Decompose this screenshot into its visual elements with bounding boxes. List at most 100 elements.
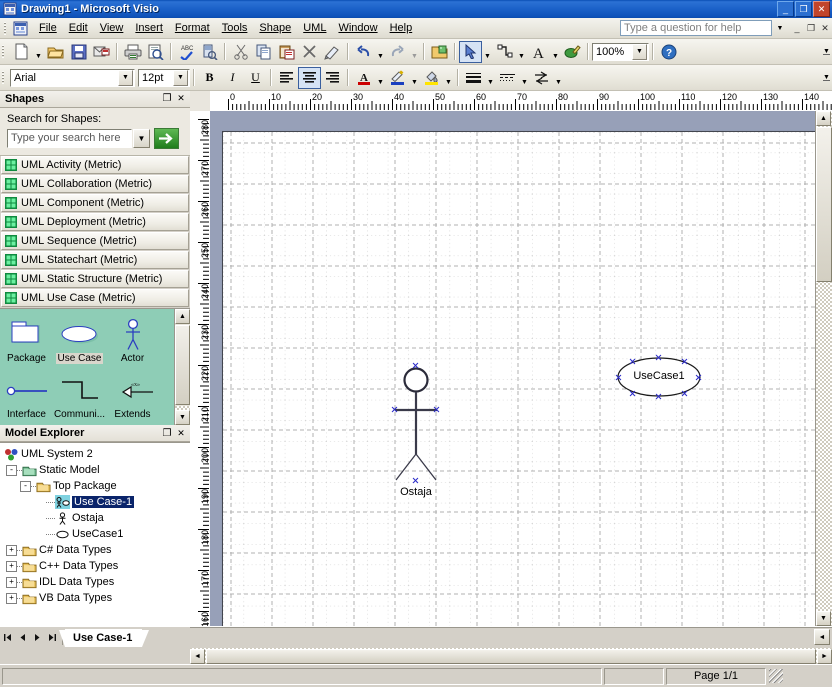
text-color-icon[interactable]: A: [352, 67, 375, 89]
connection-point[interactable]: [433, 406, 440, 413]
connection-point[interactable]: [655, 393, 662, 400]
stencil-scroll-down-button[interactable]: ▼: [175, 410, 190, 426]
stencil-item-uml-static-structure[interactable]: UML Static Structure (Metric): [1, 269, 189, 288]
text-color-dropdown-icon[interactable]: ▼: [375, 64, 386, 92]
use-case-shape-usecase1[interactable]: UseCase1: [616, 354, 702, 400]
horizontal-ruler[interactable]: 0 10 20 30 40 50 60 70 80 90 100 110 120…: [210, 91, 832, 112]
stencil-scroll-up-button[interactable]: ▲: [175, 308, 190, 324]
tree-node-idl-data-types[interactable]: + IDL Data Types: [2, 574, 190, 590]
fill-color-icon[interactable]: [420, 67, 443, 89]
tree-node-cpp-data-types[interactable]: + C++ Data Types: [2, 558, 190, 574]
connection-point[interactable]: [629, 390, 636, 397]
help-icon[interactable]: ?: [657, 41, 680, 63]
canvas-scroll-left-button[interactable]: ◄: [190, 648, 205, 664]
master-shape-use-case[interactable]: Use Case: [53, 317, 106, 364]
tree-expander-expand[interactable]: +: [6, 544, 17, 556]
connection-point[interactable]: [655, 354, 662, 361]
canvas-scroll-up-button[interactable]: ▲: [816, 111, 831, 126]
tree-node-ostaja[interactable]: Ostaja: [2, 510, 190, 526]
vertical-ruler[interactable]: 280 270 260 250 240 230 220 210 200 190 …: [190, 111, 211, 626]
open-file-icon[interactable]: [44, 41, 67, 63]
align-right-icon[interactable]: [321, 67, 344, 89]
menu-help[interactable]: Help: [384, 20, 419, 37]
formatting-toolbar-overflow-icon[interactable]: ▼: [821, 67, 832, 89]
tree-expander-collapse[interactable]: -: [6, 464, 17, 476]
undo-dropdown-icon[interactable]: ▼: [375, 38, 386, 66]
tree-node-vb-data-types[interactable]: + VB Data Types: [2, 590, 190, 606]
page-tab-use-case-1[interactable]: Use Case-1: [58, 628, 150, 647]
menu-file[interactable]: File: [33, 20, 63, 37]
menu-view[interactable]: View: [94, 20, 130, 37]
ruler-corner[interactable]: [190, 91, 211, 112]
shape-search-go-button[interactable]: [154, 127, 179, 149]
tab-scroll-left-button[interactable]: ◄: [814, 629, 830, 645]
connection-point[interactable]: [681, 390, 688, 397]
shape-search-input[interactable]: Type your search here: [7, 128, 132, 148]
line-color-dropdown-icon[interactable]: ▼: [409, 64, 420, 92]
document-minimize-button[interactable]: _: [790, 21, 804, 35]
connection-point[interactable]: [615, 374, 622, 381]
canvas-vertical-scrollbar[interactable]: ▲ ▼: [815, 111, 832, 626]
tree-node-csharp-data-types[interactable]: + C# Data Types: [2, 542, 190, 558]
italic-button[interactable]: I: [221, 67, 244, 89]
undo-icon[interactable]: [352, 41, 375, 63]
format-icon[interactable]: [561, 41, 584, 63]
standard-toolbar-grip[interactable]: [1, 44, 7, 59]
tree-expander-expand[interactable]: +: [6, 576, 17, 588]
shapes-window-icon[interactable]: [428, 41, 451, 63]
stencil-scroll-thumb[interactable]: [175, 324, 190, 405]
align-center-icon[interactable]: [298, 66, 321, 89]
stencil-item-uml-use-case[interactable]: UML Use Case (Metric): [1, 288, 189, 307]
formatting-toolbar-grip[interactable]: [1, 70, 7, 85]
previous-page-button[interactable]: [15, 630, 30, 645]
canvas-horizontal-scrollbar[interactable]: ◄ ►: [190, 648, 832, 664]
document-restore-button[interactable]: ❐: [804, 21, 818, 35]
close-button[interactable]: ✕: [813, 1, 830, 17]
line-color-icon[interactable]: [386, 67, 409, 89]
next-page-button[interactable]: [30, 630, 45, 645]
tree-expander-collapse[interactable]: -: [20, 480, 31, 492]
new-document-dropdown-icon[interactable]: ▼: [33, 38, 44, 66]
connection-point[interactable]: [391, 406, 398, 413]
tree-node-usecase1[interactable]: UseCase1: [2, 526, 190, 542]
model-explorer-close-button[interactable]: ✕: [174, 426, 188, 440]
master-shape-package[interactable]: Package: [0, 317, 53, 364]
format-painter-icon[interactable]: [321, 41, 344, 63]
master-shape-communicates[interactable]: Communi...: [53, 373, 106, 420]
drawing-canvas[interactable]: Ostaja UseCase1: [210, 111, 832, 626]
menu-edit[interactable]: Edit: [63, 20, 94, 37]
actor-shape-ostaja[interactable]: Ostaja: [381, 366, 451, 498]
email-icon[interactable]: [90, 41, 113, 63]
menu-insert[interactable]: Insert: [129, 20, 169, 37]
stencil-item-uml-statechart[interactable]: UML Statechart (Metric): [1, 250, 189, 269]
stencil-scrollbar[interactable]: ▲ ▼: [174, 308, 190, 426]
connection-point[interactable]: [412, 477, 419, 484]
tree-node-uml-system[interactable]: UML System 2: [2, 446, 190, 462]
line-pattern-dropdown-icon[interactable]: ▼: [519, 64, 530, 92]
resize-grip-icon[interactable]: [769, 669, 783, 683]
paste-icon[interactable]: [275, 41, 298, 63]
delete-icon[interactable]: [298, 41, 321, 63]
print-preview-icon[interactable]: [144, 41, 167, 63]
font-size-dropdown-icon[interactable]: ▼: [173, 69, 188, 86]
stencil-item-uml-component[interactable]: UML Component (Metric): [1, 193, 189, 212]
menu-grip[interactable]: [3, 21, 9, 36]
connection-point[interactable]: [695, 374, 702, 381]
menu-shape[interactable]: Shape: [253, 20, 297, 37]
model-explorer-restore-button[interactable]: ❐: [160, 426, 174, 440]
document-close-button[interactable]: ✕: [818, 21, 832, 35]
connection-point[interactable]: [629, 358, 636, 365]
font-name-combo[interactable]: Arial ▼: [10, 68, 135, 87]
last-page-button[interactable]: [45, 630, 60, 645]
minimize-button[interactable]: _: [777, 1, 794, 17]
stencil-item-uml-activity[interactable]: UML Activity (Metric): [1, 155, 189, 174]
shapes-panel-close-button[interactable]: ✕: [174, 92, 188, 106]
underline-button[interactable]: U: [244, 67, 267, 89]
font-size-combo[interactable]: 12pt ▼: [138, 68, 190, 87]
connector-tool-icon[interactable]: [493, 41, 516, 63]
restore-button[interactable]: ❐: [795, 1, 812, 17]
bold-button[interactable]: B: [198, 67, 221, 89]
master-shape-extends[interactable]: «x» Extends: [106, 373, 159, 420]
help-search-input[interactable]: Type a question for help: [620, 20, 772, 36]
menu-uml[interactable]: UML: [297, 20, 332, 37]
